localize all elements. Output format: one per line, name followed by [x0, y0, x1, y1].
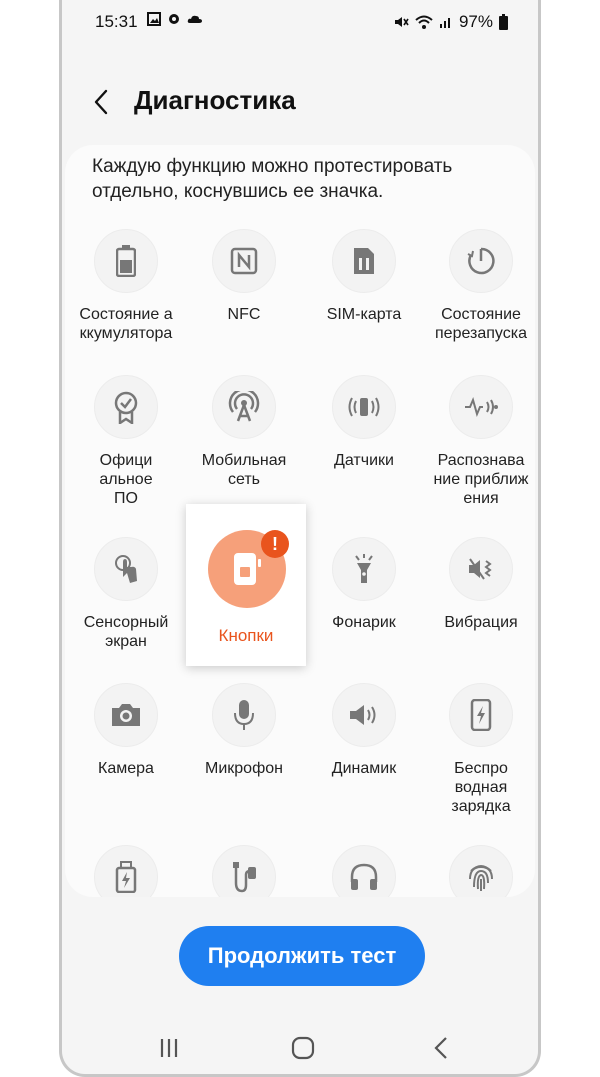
test-label-flashlight: Фонарик [332, 614, 396, 631]
test-label-sim: SIM-карта [326, 306, 402, 323]
nfc-icon [230, 247, 258, 275]
test-label-restart: Состояние [441, 306, 521, 323]
headphones-icon [350, 863, 378, 890]
continue-test-button[interactable]: Продолжить тест [179, 926, 425, 986]
phone-buttons-icon [234, 553, 261, 585]
test-label-wireless: зарядка [451, 798, 511, 815]
page-title: Диагностика [134, 85, 296, 115]
usb-charging-icon [115, 861, 137, 893]
navigation-bar [62, 1020, 538, 1074]
test-label-battery: Состояние а [79, 306, 173, 323]
diagnostics-card: Каждую функцию можно протестировать отде… [65, 145, 535, 897]
test-label-touch: экран [105, 633, 147, 650]
test-item-buttons-highlighted[interactable]: ! Кнопки [186, 504, 306, 666]
recents-icon [160, 1039, 178, 1057]
test-label-sensors: Датчики [334, 452, 394, 469]
signal-icon [439, 18, 450, 28]
test-label-battery: ккумулятора [79, 325, 173, 342]
sim-card-icon [354, 248, 374, 274]
sensor-icon [348, 397, 380, 417]
status-time: 15:31 [95, 12, 138, 31]
test-label-wireless: водная [454, 779, 508, 796]
test-label-touch: Сенсорный [83, 614, 169, 631]
test-label-proximity: ения [463, 490, 499, 507]
test-label-buttons: Кнопки [218, 626, 274, 645]
earphone-icon [233, 862, 256, 893]
battery-icon [499, 14, 508, 30]
antenna-icon [228, 391, 260, 422]
test-label-mobile-network: сеть [227, 471, 261, 488]
back-button[interactable] [421, 1030, 461, 1066]
test-label-restart: перезапуска [435, 325, 527, 342]
camera-icon [112, 704, 140, 726]
recents-button[interactable] [149, 1030, 189, 1066]
phone-frame: 15:31 97% Диагностика Каждую функцию мож… [59, 0, 541, 1077]
vibration-icon [469, 558, 492, 580]
test-label-speaker: Динамик [331, 760, 397, 777]
battery-percent: 97% [458, 12, 493, 31]
fingerprint-icon [469, 865, 493, 891]
microphone-icon [234, 700, 254, 730]
test-label-nfc: NFC [227, 306, 261, 323]
test-label-wireless: Беспро [454, 760, 508, 777]
gallery-icon [147, 12, 161, 26]
test-label-software: ПО [114, 490, 138, 507]
proximity-icon [465, 397, 498, 417]
test-label-vibration: Вибрация [444, 614, 518, 631]
back-icon[interactable] [88, 85, 114, 119]
wireless-charging-icon [470, 699, 492, 731]
test-label-proximity: Распознава [437, 452, 525, 469]
touch-icon [115, 555, 137, 583]
status-bar: 15:31 97% [62, 8, 538, 34]
test-label-proximity: ние приближ [433, 471, 529, 488]
test-label-software: альное [99, 471, 153, 488]
wifi-icon [415, 15, 433, 29]
home-button[interactable] [283, 1030, 323, 1066]
alert-badge: ! [261, 530, 289, 558]
test-label-camera: Камера [98, 760, 154, 777]
cloud-icon [187, 15, 202, 23]
test-label-mobile-network: Мобильная [201, 452, 287, 469]
test-label-microphone: Микрофон [205, 760, 283, 777]
home-icon [291, 1036, 315, 1060]
test-label-software: Офици [99, 452, 153, 469]
speaker-icon [350, 705, 376, 725]
battery-icon [116, 245, 136, 277]
back-nav-icon [434, 1037, 447, 1059]
badge-icon [114, 391, 138, 424]
header: Диагностика [62, 80, 538, 124]
restart-icon [467, 247, 495, 275]
mute-icon [394, 17, 409, 27]
gear-icon [169, 14, 179, 24]
description-text: Каждую функцию можно протестировать отде… [92, 156, 453, 202]
flashlight-icon [355, 554, 373, 583]
